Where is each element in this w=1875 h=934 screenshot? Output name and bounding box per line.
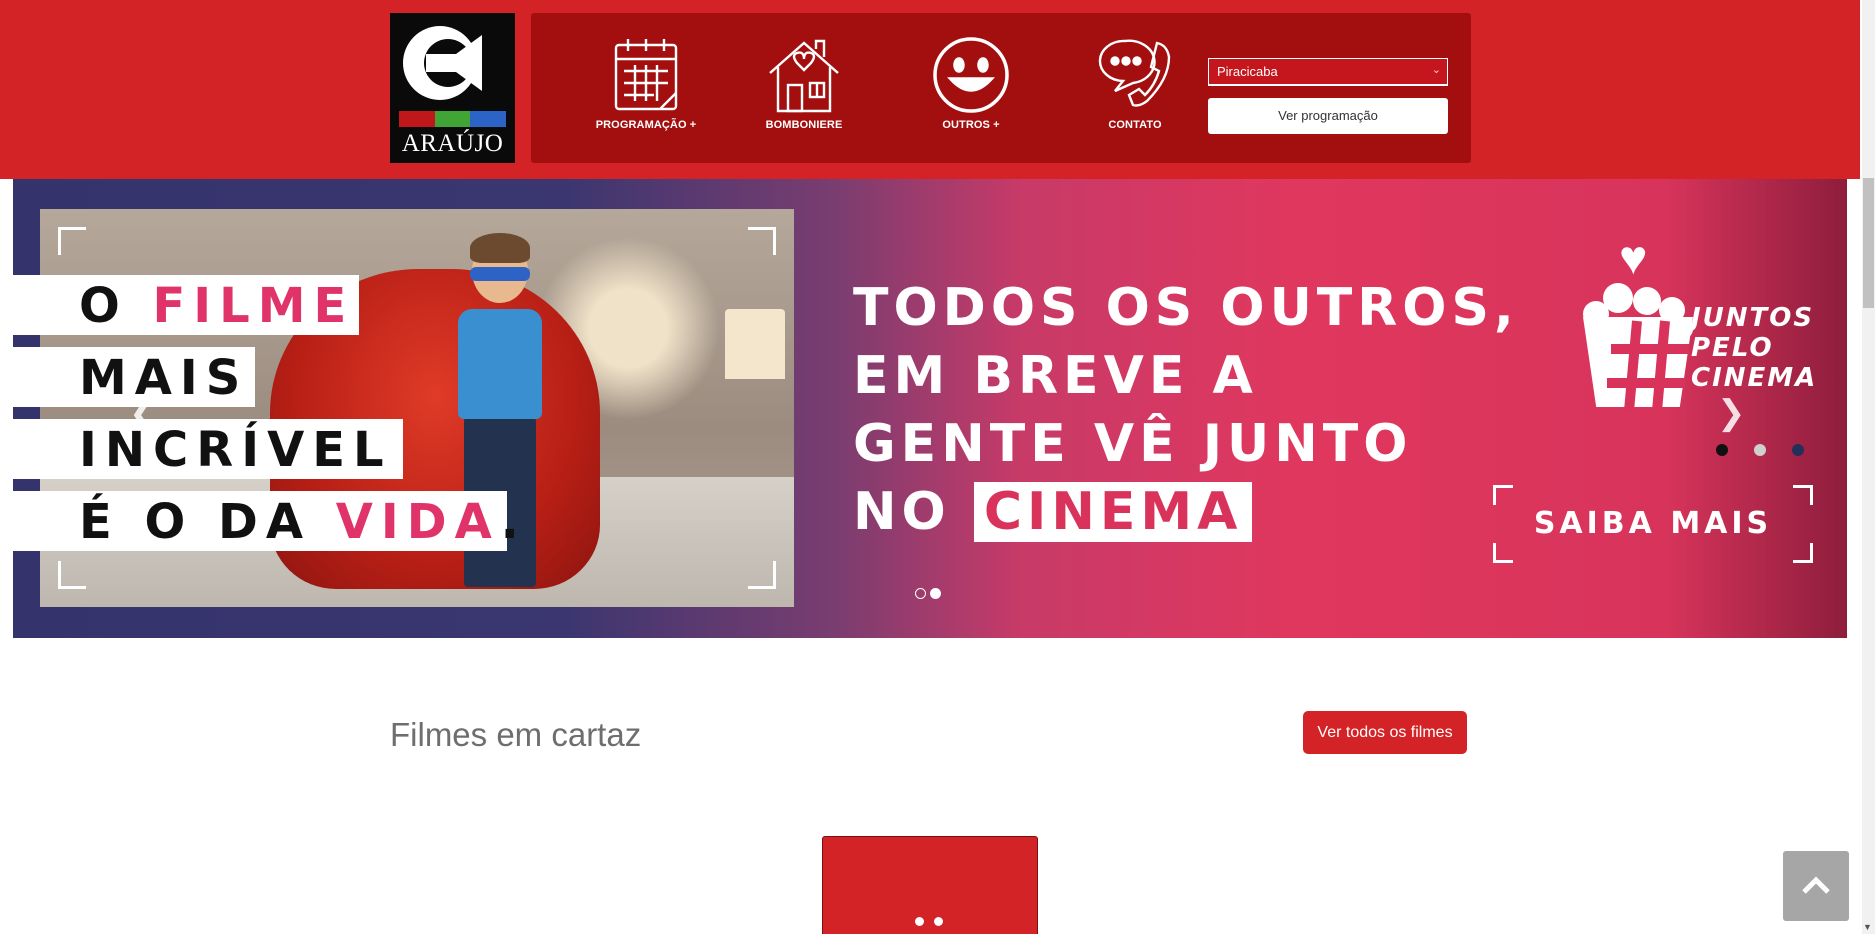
scroll-down-icon[interactable]: ▼ [1863, 922, 1872, 932]
ver-programacao-button[interactable]: Ver programação [1208, 98, 1448, 134]
headline-line-1: TODOS OS OUTROS, [853, 278, 1519, 338]
nav-bomboniere[interactable]: BOMBONIERE [739, 35, 869, 131]
popcorn [1633, 287, 1661, 315]
banner-line-3: INCRÍVEL [13, 419, 403, 479]
logo-bar-blue [470, 111, 507, 127]
ver-todos-filmes-button[interactable]: Ver todos os filmes [1303, 711, 1467, 754]
line-text: É O DA [79, 494, 336, 550]
logo-bar-red [399, 111, 435, 127]
chevron-left-icon[interactable]: ❮ [129, 393, 158, 433]
line-text: INCRÍVEL [79, 422, 392, 478]
banner-line-4: É O DA VIDA. [13, 491, 519, 551]
line-highlight: FILME [152, 278, 355, 334]
nav-outros[interactable]: OUTROS + [906, 35, 1036, 131]
scrollbar-track[interactable] [1862, 0, 1875, 934]
scrollbar-thumb[interactable] [1863, 178, 1874, 308]
hero-banner[interactable]: O FILME MAIS INCRÍVEL É O DA VIDA. TODOS… [13, 179, 1847, 638]
carousel-indicators [915, 588, 941, 599]
banner-left-text: O FILME MAIS INCRÍVEL É O DA VIDA. [13, 275, 519, 563]
chevron-down-icon: ⌄ [1431, 64, 1441, 76]
back-to-top-button[interactable] [1783, 851, 1849, 921]
frame-corner [748, 227, 776, 255]
nav-label-programacao: PROGRAMAÇÃO + [595, 119, 697, 131]
nav-panel: PROGRAMAÇÃO + BOMBONIERE OUTROS + CONTAT… [531, 13, 1471, 163]
frame-corner [1793, 543, 1813, 563]
loading-dots-icon [915, 917, 943, 926]
banner-headline: TODOS OS OUTROS, EM BREVE A GENTE VÊ JUN… [853, 274, 1519, 546]
line-text: O [79, 278, 153, 334]
heart-icon: ♥ [1619, 232, 1648, 285]
headline-line-3: GENTE VÊ JUNTO [853, 414, 1413, 474]
carousel-dot[interactable] [915, 588, 926, 599]
campaign-word: JUNTOS [1691, 303, 1815, 333]
frame-corner [58, 227, 86, 255]
dot [915, 917, 924, 926]
page: ARAÚJO PROGRAMAÇÃO + BOMBONIERE OUTROS +… [0, 0, 1875, 934]
site-header: ARAÚJO PROGRAMAÇÃO + BOMBONIERE OUTROS +… [0, 0, 1860, 179]
house-icon [769, 39, 839, 113]
logo-text: ARAÚJO [401, 130, 504, 157]
inner-slide-indicators [1716, 444, 1804, 456]
headline-line-2: EM BREVE A [853, 346, 1258, 406]
lamp-shade [725, 309, 785, 379]
line-highlight: VIDA [335, 494, 501, 550]
line-text: . [500, 494, 527, 550]
frame-corner [1493, 485, 1513, 505]
juntos-pelo-cinema-logo: ♥ JUNTOS PELO CINEMA [1563, 231, 1815, 421]
section-title: Filmes em cartaz [390, 716, 642, 753]
indicator-dot[interactable] [1754, 444, 1766, 456]
banner-line-1: O FILME [13, 275, 359, 335]
headline-last-pre: NO [853, 482, 974, 542]
line-text: MAIS [79, 350, 249, 406]
smiley-icon [933, 37, 1009, 113]
frame-corner [1793, 485, 1813, 505]
hashtag-icon [1607, 320, 1689, 412]
frame-corner [1493, 543, 1513, 563]
city-select[interactable]: Piracicaba ⌄ [1208, 58, 1448, 86]
nav-label-bomboniere: BOMBONIERE [765, 119, 843, 131]
city-select-value: Piracicaba [1217, 64, 1278, 79]
nav-contato[interactable]: CONTATO [1070, 35, 1200, 131]
nav-label-contato: CONTATO [1108, 119, 1162, 131]
phone-chat-icon [1098, 39, 1171, 107]
movie-card-placeholder[interactable] [822, 836, 1038, 934]
logo[interactable]: ARAÚJO [390, 13, 515, 163]
calendar-icon [614, 39, 678, 111]
logo-bar-green [434, 111, 471, 127]
indicator-dot[interactable] [1716, 444, 1728, 456]
campaign-text: JUNTOS PELO CINEMA [1691, 303, 1817, 393]
frame-corner [58, 561, 86, 589]
campaign-word: CINEMA [1691, 363, 1818, 393]
headline-line-4: NO CINEMA [853, 478, 1519, 546]
frame-corner [748, 561, 776, 589]
saiba-mais-button[interactable]: SAIBA MAIS [1493, 485, 1813, 563]
nav-label-outros: OUTROS + [942, 119, 1000, 131]
kid-hair [470, 233, 530, 263]
indicator-dot[interactable] [1792, 444, 1804, 456]
nav-programacao[interactable]: PROGRAMAÇÃO + [581, 35, 711, 131]
saiba-mais-label: SAIBA MAIS [1533, 506, 1773, 541]
carousel-dot[interactable] [930, 588, 941, 599]
headline-cinema-box: CINEMA [973, 482, 1253, 542]
dot [934, 917, 943, 926]
popcorn [1603, 283, 1633, 313]
campaign-word: PELO [1691, 333, 1774, 363]
logo-color-bars [399, 111, 507, 127]
chevron-right-icon[interactable]: ❯ [1717, 393, 1746, 433]
chevron-up-icon [1802, 876, 1830, 894]
logo-ci-mark [403, 26, 482, 100]
